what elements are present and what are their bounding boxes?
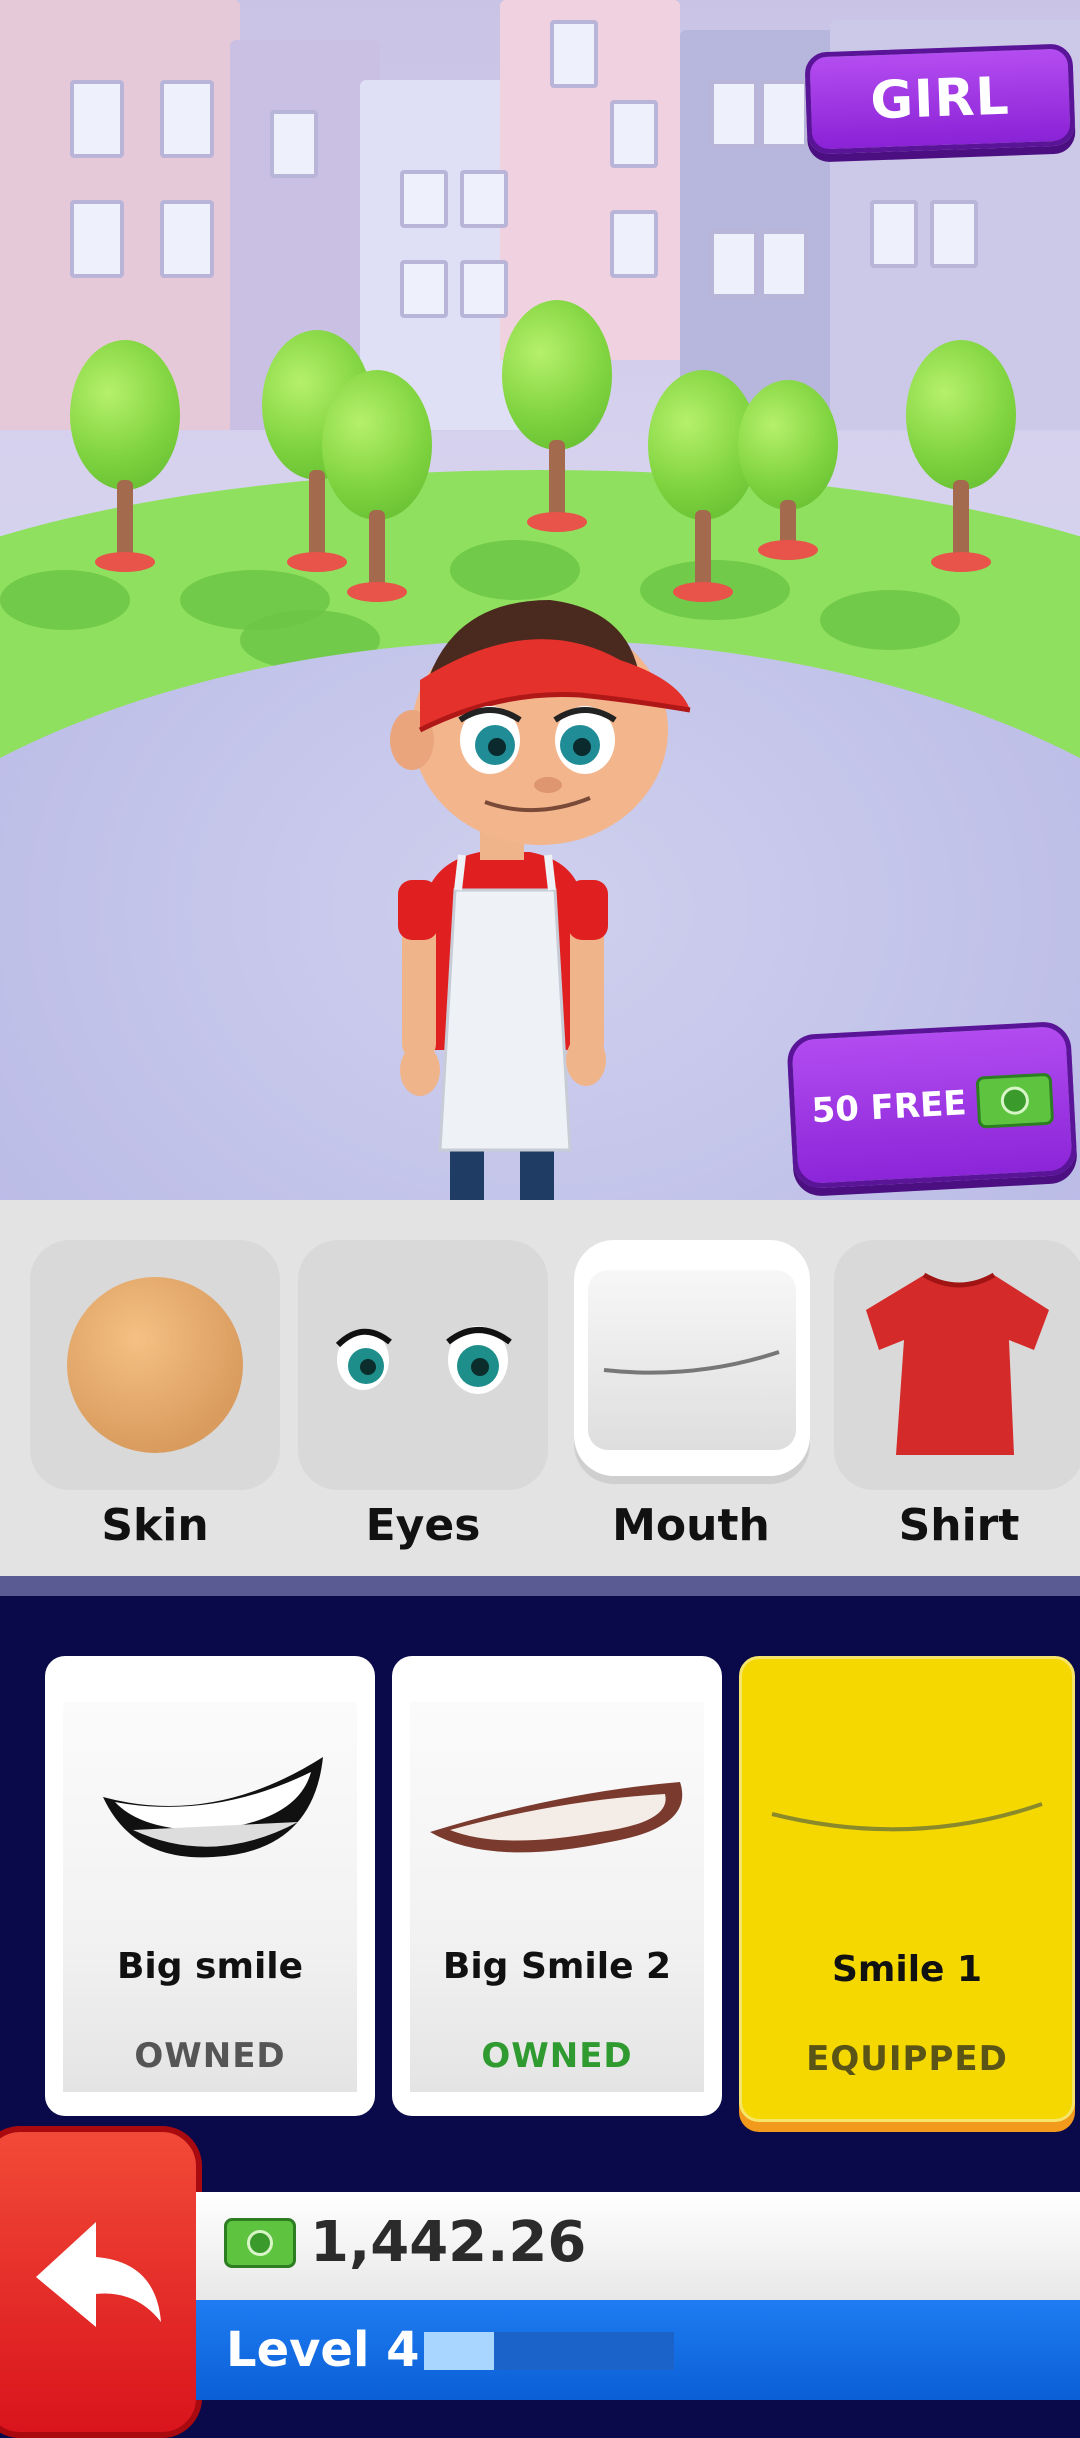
back-button[interactable] <box>0 2126 202 2438</box>
free-cash-offer-button[interactable]: 50 FREE <box>786 1020 1078 1190</box>
item-card-big-smile[interactable]: Big smile OWNED <box>45 1656 375 2116</box>
category-skin[interactable] <box>30 1240 280 1490</box>
tree-icon <box>906 340 1016 572</box>
category-label: Mouth <box>612 1500 770 1551</box>
tree-icon <box>738 380 838 560</box>
item-name: Smile 1 <box>831 1949 983 1990</box>
xp-progress-fill <box>424 2332 494 2370</box>
category-mouth[interactable] <box>574 1240 810 1476</box>
cash-icon <box>224 2218 296 2268</box>
xp-progress-track <box>424 2332 674 2370</box>
level-bar: Level 4 <box>196 2300 1080 2400</box>
tree-icon <box>70 340 180 572</box>
free-cash-label: 50 FREE <box>810 1083 968 1132</box>
category-label: Eyes <box>365 1500 481 1551</box>
category-label: Skin <box>101 1500 209 1551</box>
big-smile-2-icon <box>430 1782 683 1853</box>
divider <box>0 1576 1080 1596</box>
item-name: Big Smile 2 <box>442 1946 672 1987</box>
item-status: OWNED <box>481 2036 633 2076</box>
eyes-icon <box>335 1326 512 1394</box>
tree-icon <box>502 300 612 532</box>
skin-swatch-icon <box>67 1277 243 1453</box>
item-card-smile-1[interactable]: Smile 1 EQUIPPED <box>739 1656 1075 2122</box>
item-card-big-smile-2[interactable]: Big Smile 2 OWNED <box>392 1656 722 2116</box>
category-eyes[interactable] <box>298 1240 548 1490</box>
big-smile-icon <box>103 1757 323 1858</box>
item-status: EQUIPPED <box>806 2039 1008 2079</box>
gender-toggle-button[interactable]: GIRL <box>804 43 1076 155</box>
shirt-icon <box>866 1272 1049 1455</box>
tree-icon <box>322 370 432 602</box>
level-label: Level 4 <box>226 2322 420 2378</box>
back-arrow-icon <box>36 2222 161 2327</box>
game-scene: GIRL 50 FREE <box>0 0 1080 1200</box>
item-status: OWNED <box>134 2036 286 2076</box>
mouth-icon <box>588 1270 796 1450</box>
money-bar: 1,442.26 <box>196 2192 1080 2300</box>
cash-icon <box>975 1072 1054 1129</box>
player-character <box>390 600 691 1200</box>
category-shirt[interactable] <box>834 1240 1080 1490</box>
category-label: Shirt <box>898 1500 1020 1551</box>
category-bar: Skin Eyes Mouth Shirt <box>0 1200 1080 1576</box>
money-amount: 1,442.26 <box>310 2210 587 2275</box>
smile-1-icon <box>771 1802 1043 1832</box>
item-name: Big smile <box>116 1946 304 1987</box>
